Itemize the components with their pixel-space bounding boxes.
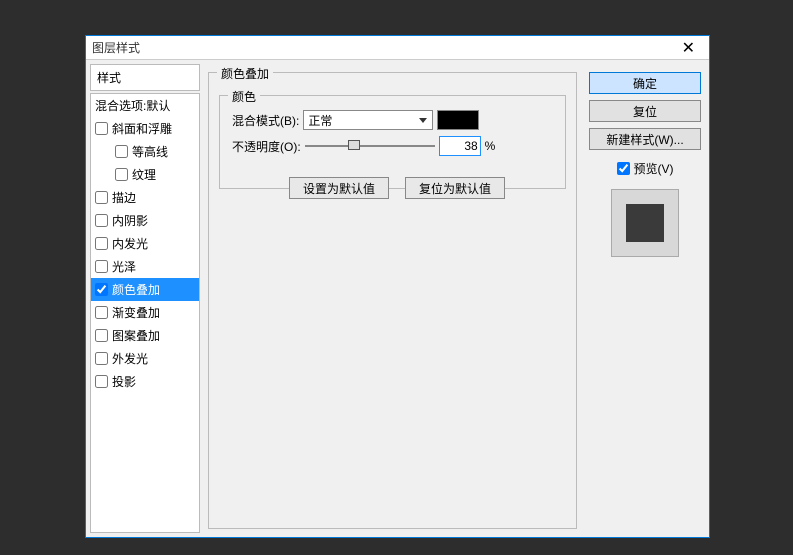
style-checkbox[interactable] — [95, 237, 108, 250]
blend-mode-label: 混合模式(B): — [232, 112, 299, 129]
blend-mode-value: 正常 — [308, 112, 332, 129]
style-checkbox[interactable] — [95, 191, 108, 204]
titlebar: 图层样式 ✕ — [86, 36, 709, 60]
style-item-3[interactable]: 纹理 — [91, 163, 199, 186]
style-item-10[interactable]: 图案叠加 — [91, 324, 199, 347]
preview-row: 预览(V) — [617, 160, 674, 177]
style-checkbox[interactable] — [95, 306, 108, 319]
style-item-12[interactable]: 投影 — [91, 370, 199, 393]
style-checkbox[interactable] — [95, 283, 108, 296]
group-outer-label: 颜色叠加 — [217, 65, 273, 82]
style-item-label: 纹理 — [132, 166, 156, 183]
preview-box — [611, 189, 679, 257]
style-checkbox[interactable] — [95, 122, 108, 135]
opacity-label: 不透明度(O): — [232, 138, 301, 155]
dialog-content: 样式 混合选项:默认斜面和浮雕等高线纹理描边内阴影内发光光泽颜色叠加渐变叠加图案… — [86, 60, 709, 537]
style-item-label: 光泽 — [112, 258, 136, 275]
style-checkbox[interactable] — [95, 352, 108, 365]
style-checkbox[interactable] — [115, 168, 128, 181]
style-item-label: 内阴影 — [112, 212, 148, 229]
style-item-9[interactable]: 渐变叠加 — [91, 301, 199, 324]
style-item-label: 描边 — [112, 189, 136, 206]
style-item-5[interactable]: 内阴影 — [91, 209, 199, 232]
dialog-title: 图层样式 — [92, 39, 674, 56]
style-list: 混合选项:默认斜面和浮雕等高线纹理描边内阴影内发光光泽颜色叠加渐变叠加图案叠加外… — [90, 93, 200, 533]
opacity-row: 不透明度(O): % — [232, 136, 495, 156]
middle-panel: 颜色叠加 颜色 混合模式(B): 正常 不透明度(O): — [204, 64, 581, 533]
style-checkbox[interactable] — [95, 329, 108, 342]
group-color: 颜色 混合模式(B): 正常 不透明度(O): — [219, 95, 566, 189]
style-item-0[interactable]: 混合选项:默认 — [91, 94, 199, 117]
style-item-label: 图案叠加 — [112, 327, 160, 344]
style-item-label: 混合选项:默认 — [95, 97, 170, 114]
preview-checkbox[interactable] — [617, 162, 630, 175]
style-checkbox[interactable] — [95, 214, 108, 227]
slider-track — [305, 145, 435, 147]
style-item-4[interactable]: 描边 — [91, 186, 199, 209]
blend-row: 混合模式(B): 正常 — [232, 110, 479, 130]
style-item-label: 颜色叠加 — [112, 281, 160, 298]
preview-swatch — [626, 204, 664, 242]
left-panel: 样式 混合选项:默认斜面和浮雕等高线纹理描边内阴影内发光光泽颜色叠加渐变叠加图案… — [90, 64, 200, 533]
style-item-7[interactable]: 光泽 — [91, 255, 199, 278]
layer-style-dialog: 图层样式 ✕ 样式 混合选项:默认斜面和浮雕等高线纹理描边内阴影内发光光泽颜色叠… — [85, 35, 710, 538]
set-default-button[interactable]: 设置为默认值 — [289, 177, 389, 199]
style-item-label: 投影 — [112, 373, 136, 390]
group-color-overlay: 颜色叠加 颜色 混合模式(B): 正常 不透明度(O): — [208, 72, 577, 529]
color-swatch[interactable] — [437, 110, 479, 130]
opacity-slider[interactable] — [305, 136, 435, 156]
style-item-label: 内发光 — [112, 235, 148, 252]
style-checkbox[interactable] — [95, 260, 108, 273]
right-panel: 确定 复位 新建样式(W)... 预览(V) — [585, 64, 705, 533]
opacity-input[interactable] — [439, 136, 481, 156]
opacity-unit: % — [485, 139, 496, 153]
style-checkbox[interactable] — [95, 375, 108, 388]
style-item-2[interactable]: 等高线 — [91, 140, 199, 163]
style-item-label: 外发光 — [112, 350, 148, 367]
close-icon[interactable]: ✕ — [674, 38, 703, 58]
cancel-button[interactable]: 复位 — [589, 100, 701, 122]
group-inner-label: 颜色 — [228, 88, 260, 105]
style-item-1[interactable]: 斜面和浮雕 — [91, 117, 199, 140]
preview-label: 预览(V) — [634, 160, 674, 177]
style-item-8[interactable]: 颜色叠加 — [91, 278, 199, 301]
style-item-label: 斜面和浮雕 — [112, 120, 172, 137]
style-item-6[interactable]: 内发光 — [91, 232, 199, 255]
reset-default-button[interactable]: 复位为默认值 — [405, 177, 505, 199]
blend-mode-select[interactable]: 正常 — [303, 110, 433, 130]
styles-header[interactable]: 样式 — [90, 64, 200, 91]
style-item-label: 渐变叠加 — [112, 304, 160, 321]
slider-thumb[interactable] — [348, 140, 360, 150]
style-item-label: 等高线 — [132, 143, 168, 160]
style-checkbox[interactable] — [115, 145, 128, 158]
ok-button[interactable]: 确定 — [589, 72, 701, 94]
default-buttons-row: 设置为默认值 复位为默认值 — [289, 177, 505, 199]
style-item-11[interactable]: 外发光 — [91, 347, 199, 370]
new-style-button[interactable]: 新建样式(W)... — [589, 128, 701, 150]
